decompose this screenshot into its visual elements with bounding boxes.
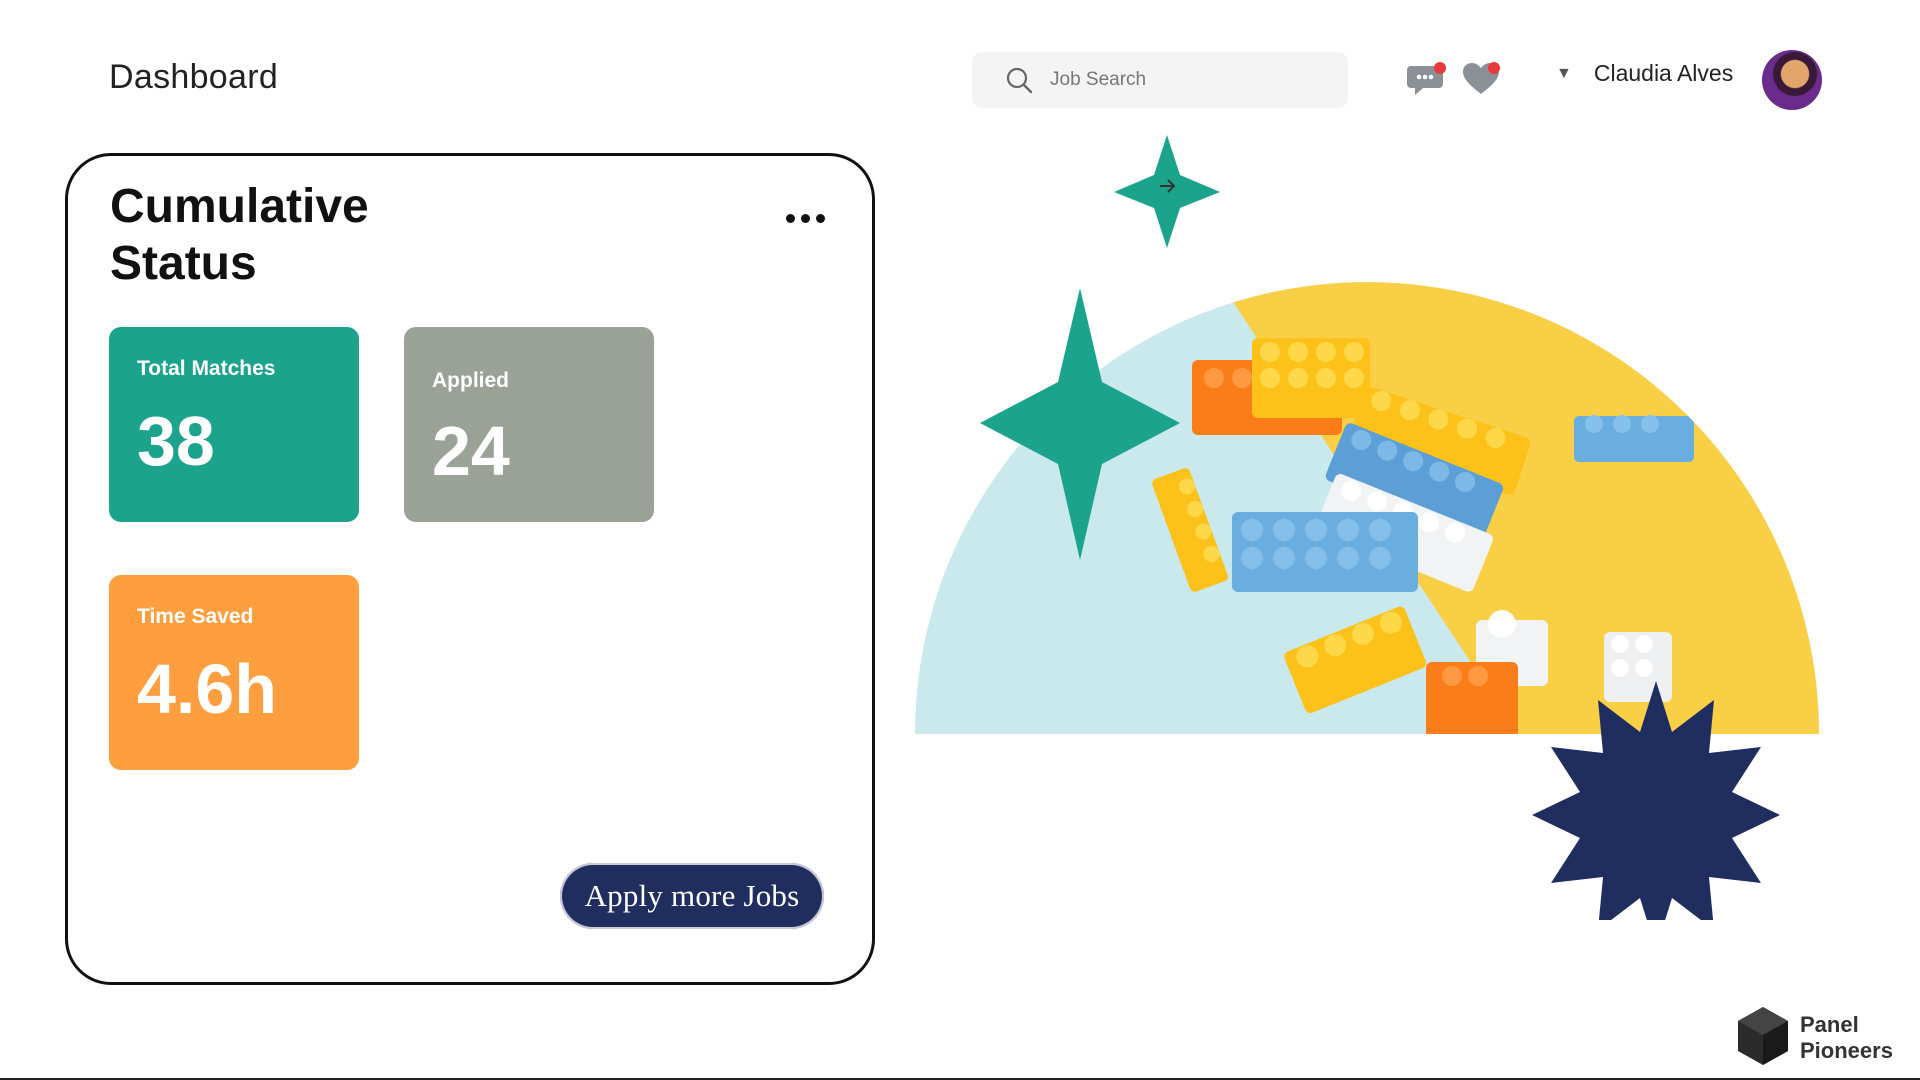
more-options-icon[interactable]	[786, 214, 825, 223]
tile-value: 4.6h	[137, 650, 278, 728]
total-matches-tile: Total Matches 38	[109, 327, 359, 522]
messages-button[interactable]	[1404, 56, 1450, 102]
small-teal-star-shape	[1114, 135, 1220, 248]
lego-bricks-photo	[915, 282, 1819, 735]
blue-brick	[1232, 512, 1418, 592]
apply-more-jobs-button[interactable]: Apply more Jobs	[560, 863, 824, 929]
tile-value: 24	[432, 412, 510, 490]
tile-value: 38	[137, 402, 215, 480]
time-saved-tile: Time Saved 4.6h	[109, 575, 359, 770]
chat-notification-dot	[1434, 62, 1446, 74]
card-title: Cumulative Status	[110, 180, 369, 290]
job-search-input[interactable]	[1048, 68, 1332, 92]
brand-name: Panel Pioneers	[1800, 1012, 1893, 1063]
blue-brick	[1574, 415, 1694, 462]
hero-illustration	[915, 135, 1819, 920]
avatar[interactable]	[1762, 50, 1822, 110]
job-search-box[interactable]	[972, 52, 1348, 108]
user-name: Claudia Alves	[1593, 60, 1734, 86]
page-title: Dashboard	[109, 58, 279, 96]
tile-label: Total Matches	[137, 357, 276, 380]
cube-logo-icon	[1738, 1007, 1788, 1065]
orange-brick	[1426, 662, 1518, 735]
chevron-down-icon[interactable]: ▼	[1556, 65, 1572, 83]
heart-notification-dot	[1488, 62, 1500, 74]
yellow-brick	[1252, 338, 1370, 418]
tile-label: Time Saved	[137, 605, 254, 628]
white-brick	[1604, 632, 1672, 702]
search-icon	[1006, 67, 1033, 94]
user-menu[interactable]: ▼ Claudia Alves	[1556, 60, 1733, 87]
favorites-button[interactable]	[1458, 56, 1504, 102]
applied-tile: Applied 24	[404, 327, 654, 522]
tile-label: Applied	[432, 369, 509, 392]
